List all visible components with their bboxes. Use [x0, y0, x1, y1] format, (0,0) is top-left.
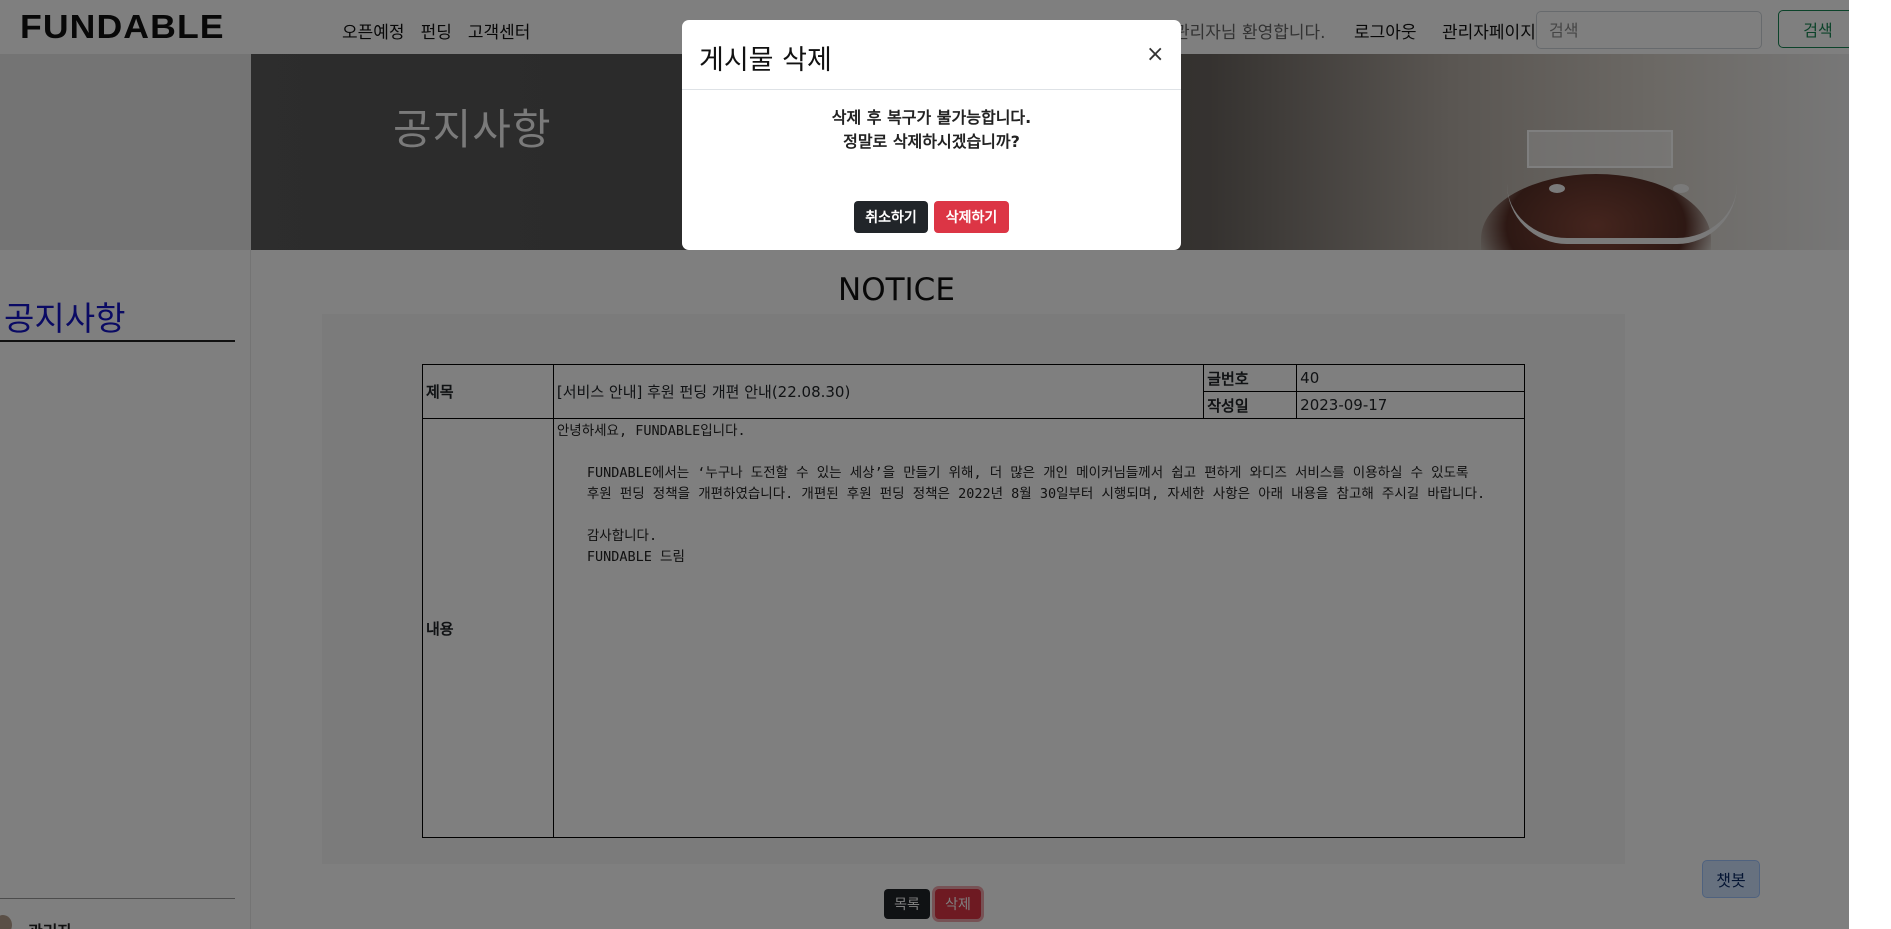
modal-confirm-line: 정말로 삭제하시겠습니까?: [843, 132, 1020, 151]
page-right-edge: [1849, 0, 1891, 929]
modal-header: 게시물 삭제 ×: [682, 20, 1181, 90]
delete-confirm-modal: 게시물 삭제 × 삭제 후 복구가 불가능합니다. 정말로 삭제하시겠습니까? …: [682, 20, 1181, 250]
close-icon[interactable]: ×: [1146, 42, 1164, 67]
modal-title: 게시물 삭제: [699, 45, 832, 76]
modal-delete-button[interactable]: 삭제하기: [934, 201, 1009, 233]
modal-warning-line: 삭제 후 복구가 불가능합니다.: [831, 108, 1032, 127]
modal-body: 삭제 후 복구가 불가능합니다. 정말로 삭제하시겠습니까?: [682, 90, 1181, 154]
modal-cancel-button[interactable]: 취소하기: [854, 201, 928, 233]
